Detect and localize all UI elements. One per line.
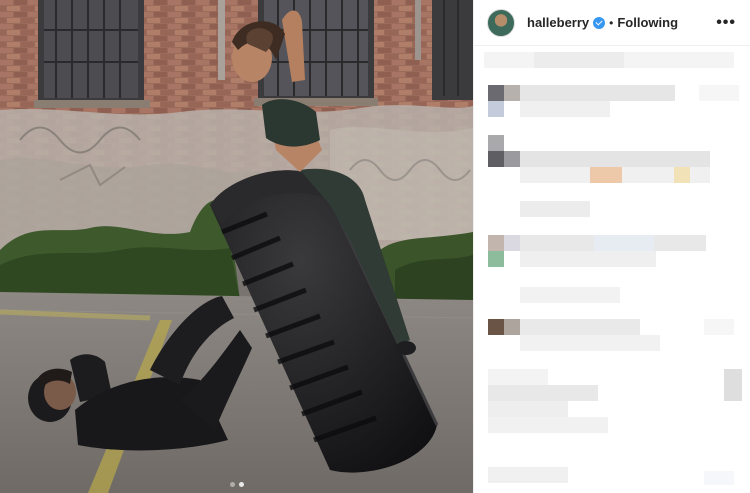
post-media[interactable]	[0, 0, 473, 493]
more-options-icon[interactable]: •••	[716, 14, 736, 32]
header-separator: •	[609, 15, 614, 30]
following-button[interactable]: Following	[617, 15, 678, 30]
carousel-dot-1[interactable]	[229, 482, 235, 487]
post-sidebar: halleberry • Following •••	[473, 0, 750, 493]
window-left	[34, 0, 150, 108]
post-header: halleberry • Following •••	[474, 0, 750, 46]
avatar[interactable]	[487, 8, 515, 37]
carousel-indicators[interactable]	[0, 482, 473, 487]
carousel-dot-2[interactable]	[238, 482, 244, 487]
window-right	[432, 0, 473, 100]
verified-badge-icon	[593, 16, 606, 29]
post-photo	[0, 0, 473, 493]
obscured-comments	[474, 47, 750, 493]
username-link[interactable]: halleberry	[527, 15, 589, 30]
